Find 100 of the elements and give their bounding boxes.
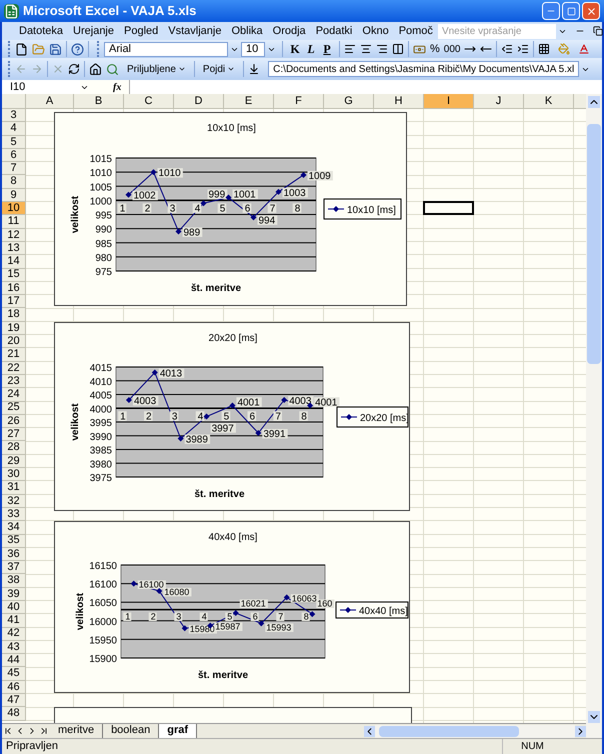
x-tick-label: 8 [301, 411, 308, 422]
row-header[interactable]: 44 [2, 654, 26, 668]
row-header[interactable]: 15 [2, 268, 26, 282]
sheet-tab[interactable]: graf [159, 724, 197, 738]
address-field[interactable]: C:\Documents and Settings\Jasmina Ribič\My Documents\VAJA 5.xl [268, 61, 580, 77]
menu-item[interactable]: Podatki [310, 22, 358, 40]
x-tick-label: 6 [252, 612, 258, 622]
name-box[interactable]: I10 [2, 80, 80, 94]
font-size-field[interactable]: 10 [241, 42, 265, 56]
format-style-button[interactable]: K [287, 40, 303, 58]
column-header[interactable]: J [474, 94, 524, 109]
row-header[interactable]: 5 [2, 136, 26, 149]
row-header[interactable]: 31 [2, 481, 26, 495]
axis-tick-label: 3990 [90, 432, 112, 443]
menu-item[interactable]: Pomoč [394, 22, 438, 40]
row-header[interactable]: 7 [2, 162, 26, 176]
row-header[interactable]: 37 [2, 561, 26, 574]
row-header[interactable]: 22 [2, 362, 26, 375]
menu-item[interactable]: Orodja [268, 22, 311, 40]
format-style-button[interactable]: P [319, 40, 335, 58]
x-tick-label: 1 [125, 612, 130, 622]
axis-tick-label: 3995 [90, 418, 112, 429]
row-header[interactable]: 17 [2, 295, 26, 308]
column-header[interactable]: H [374, 94, 424, 109]
row-header[interactable]: 32 [2, 494, 26, 508]
row-header[interactable]: 40 [2, 600, 26, 614]
axis-tick-label: 16100 [89, 580, 117, 591]
menu-item[interactable]: Datoteka [14, 22, 68, 40]
menu-item[interactable]: Vstavljanje [163, 22, 226, 40]
row-header[interactable]: 48 [2, 707, 26, 721]
column-header[interactable]: E [224, 94, 274, 109]
row-header[interactable]: 20 [2, 335, 26, 348]
data-label: 3997 [210, 423, 236, 434]
row-header[interactable]: 45 [2, 667, 26, 681]
row-header[interactable]: 33 [2, 508, 26, 522]
column-header[interactable]: D [174, 94, 224, 109]
row-header[interactable]: 39 [2, 588, 26, 601]
row-header[interactable]: 28 [2, 441, 26, 455]
x-tick-label: 1 [120, 203, 126, 214]
data-label: 1010 [158, 168, 183, 180]
row-header[interactable]: 14 [2, 255, 26, 269]
row-header[interactable]: 34 [2, 521, 26, 534]
column-header[interactable]: B [74, 94, 124, 109]
row-header[interactable]: 4 [2, 122, 26, 136]
row-header[interactable]: 10 [2, 202, 26, 216]
axis-tick-label: 980 [95, 252, 112, 264]
column-header[interactable]: F [274, 94, 324, 109]
row-header[interactable]: 41 [2, 614, 26, 628]
row-header[interactable]: 11 [2, 215, 26, 229]
x-tick-label: 5 [224, 411, 230, 422]
help-search-field[interactable]: Vnesite vprašanje [438, 24, 556, 38]
go-menu[interactable]: Pojdi [198, 62, 240, 76]
favorites-menu[interactable]: Priljubljene [123, 62, 190, 76]
row-header[interactable]: 21 [2, 348, 26, 362]
font-name-field[interactable]: Arial [104, 42, 228, 56]
x-tick-label: 4 [194, 203, 201, 214]
axis-title: velikost [75, 592, 86, 630]
row-header[interactable]: 36 [2, 548, 26, 562]
window-title: Microsoft Excel - VAJA 5.xls [23, 2, 198, 20]
legend-label: 10x10 [ms] [347, 205, 396, 216]
row-header[interactable]: 35 [2, 534, 26, 548]
row-header[interactable]: 30 [2, 468, 26, 482]
column-header[interactable]: I [424, 94, 474, 109]
column-header[interactable]: A [26, 94, 74, 109]
row-header[interactable]: 6 [2, 148, 26, 162]
row-header[interactable]: 13 [2, 242, 26, 256]
row-header[interactable]: 3 [2, 109, 26, 122]
column-header[interactable]: G [324, 94, 374, 109]
row-header[interactable]: 26 [2, 414, 26, 428]
column-header[interactable]: K [524, 94, 574, 109]
function-button[interactable]: fx [113, 80, 122, 94]
menu-item[interactable]: Urejanje [68, 22, 119, 40]
row-header[interactable]: 8 [2, 175, 26, 189]
row-header[interactable]: 43 [2, 640, 26, 654]
menu-item[interactable]: Oblika [226, 22, 268, 40]
x-tick-label: 5 [227, 612, 232, 622]
row-header[interactable]: 29 [2, 454, 26, 468]
axis-title: velikost [70, 403, 81, 441]
thousands-button[interactable]: 000 [444, 42, 460, 56]
menu-item[interactable]: Okno [357, 22, 394, 40]
format-style-button[interactable]: L [303, 40, 319, 58]
row-header[interactable]: 25 [2, 402, 26, 415]
row-header[interactable]: 24 [2, 388, 26, 402]
row-header[interactable]: 23 [2, 374, 26, 388]
row-header[interactable]: 16 [2, 282, 26, 296]
row-header[interactable]: 27 [2, 428, 26, 442]
row-header[interactable]: 18 [2, 308, 26, 322]
row-header[interactable]: 19 [2, 322, 26, 336]
x-tick-label: 7 [278, 612, 284, 622]
row-header[interactable]: 46 [2, 680, 26, 694]
data-label: 4001 [314, 397, 340, 408]
row-header[interactable]: 9 [2, 188, 26, 202]
row-header[interactable]: 47 [2, 694, 26, 708]
row-header[interactable]: 38 [2, 574, 26, 588]
axis-tick-label: 15900 [89, 654, 117, 665]
row-header[interactable]: 42 [2, 628, 26, 641]
row-header[interactable]: 12 [2, 228, 26, 242]
percent-button[interactable]: % [430, 40, 440, 58]
menu-item[interactable]: Pogled [119, 22, 164, 40]
column-header[interactable]: C [124, 94, 174, 109]
